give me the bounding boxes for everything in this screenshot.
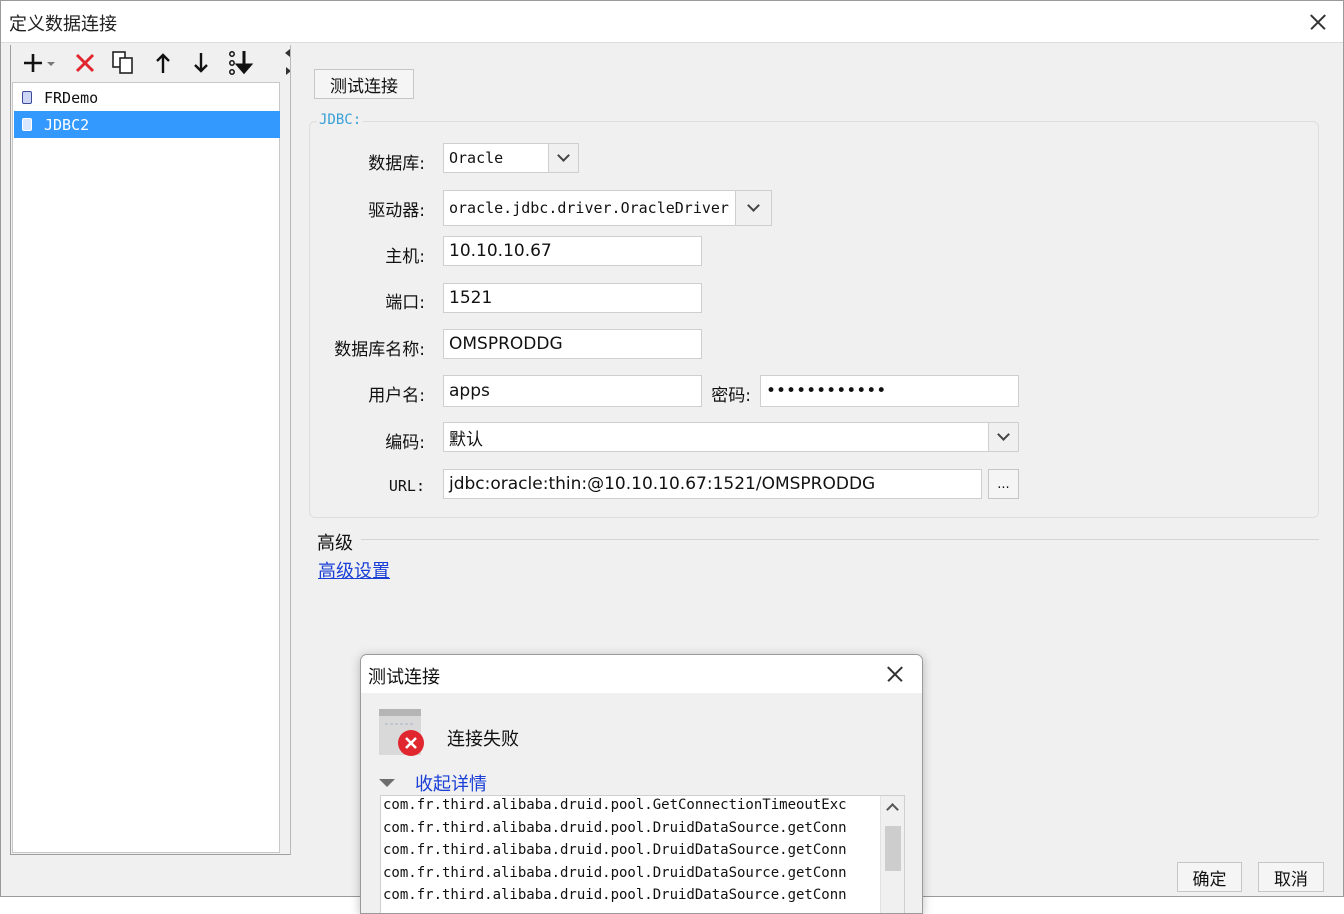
chevron-down-icon[interactable] (548, 144, 578, 172)
chevron-up-icon[interactable] (886, 803, 899, 816)
database-value: Oracle (449, 149, 504, 167)
advanced-title: 高级 (317, 533, 353, 554)
close-icon[interactable] (880, 659, 910, 689)
port-input[interactable]: 1521 (443, 283, 702, 313)
delete-icon[interactable] (71, 48, 99, 78)
username-label: 用户名: (368, 386, 425, 406)
list-item-jdbc2[interactable]: JDBC2 (14, 111, 280, 138)
list-item-label: FRDemo (44, 88, 99, 107)
host-input[interactable]: 10.10.10.67 (443, 236, 702, 266)
detail-line: com.fr.third.alibaba.druid.pool.GetConne… (383, 797, 847, 813)
test-connection-button[interactable]: 测试连接 (314, 69, 414, 99)
password-label: 密码: (711, 386, 751, 406)
collapse-details-toggle[interactable]: 收起详情 (379, 770, 487, 796)
list-item-label: JDBC2 (44, 115, 90, 134)
database-select[interactable]: Oracle (443, 143, 579, 173)
url-input[interactable]: jdbc:oracle:thin:@10.10.10.67:1521/OMSPR… (443, 469, 982, 499)
detail-line: com.fr.third.alibaba.druid.pool.DruidDat… (383, 842, 847, 858)
url-label: URL: (388, 477, 425, 495)
title-bar: 定义数据连接 (1, 1, 1343, 43)
chevron-down-icon[interactable] (988, 423, 1018, 451)
panel-splitter[interactable] (290, 45, 291, 855)
database-icon (22, 118, 32, 131)
jdbc-group (309, 121, 1319, 518)
driver-value: oracle.jdbc.driver.OracleDriver (449, 199, 729, 217)
connection-error-icon (379, 709, 425, 757)
dialog-title: 测试连接 (368, 667, 440, 688)
copy-icon[interactable] (109, 48, 137, 78)
ok-button[interactable]: 确定 (1177, 862, 1242, 892)
chevron-down-icon[interactable] (735, 191, 771, 225)
detail-line: com.fr.third.alibaba.druid.pool.DruidDat… (383, 820, 847, 836)
detail-line: com.fr.third.alibaba.druid.pool.DruidDat… (383, 865, 847, 881)
move-down-icon[interactable] (189, 48, 213, 78)
close-icon[interactable] (1303, 7, 1333, 37)
connection-list: FRDemo JDBC2 (12, 82, 280, 853)
advanced-divider (361, 539, 1319, 540)
host-label: 主机: (385, 247, 425, 267)
url-edit-button[interactable]: ... (988, 469, 1019, 499)
dbname-label: 数据库名称: (334, 340, 425, 360)
port-label: 端口: (385, 293, 425, 313)
add-icon[interactable] (21, 48, 59, 78)
dbname-input[interactable]: OMSPRODDG (443, 329, 702, 359)
database-label: 数据库: (368, 154, 425, 174)
status-text: 连接失败 (447, 729, 519, 750)
sort-icon[interactable] (225, 48, 255, 78)
window-title: 定义数据连接 (9, 14, 117, 35)
panel-collapse-icon[interactable] (283, 47, 293, 77)
move-up-icon[interactable] (151, 48, 175, 78)
test-connection-dialog: 测试连接 连接失败 收起详情 com.fr.third.alibaba.drui… (360, 654, 923, 914)
connection-toolbar (11, 45, 291, 81)
triangle-down-icon (379, 779, 395, 787)
encoding-select[interactable]: 默认 (443, 422, 1019, 452)
jdbc-group-title: JDBC: (317, 112, 364, 128)
details-scrollbar[interactable] (880, 796, 904, 913)
password-input[interactable]: •••••••••••• (760, 375, 1019, 407)
database-icon (22, 91, 32, 104)
collapse-details-label: 收起详情 (415, 774, 487, 795)
encoding-label: 编码: (385, 433, 425, 453)
driver-select[interactable]: oracle.jdbc.driver.OracleDriver (443, 190, 772, 226)
list-item-frdemo[interactable]: FRDemo (14, 84, 280, 111)
driver-label: 驱动器: (368, 201, 425, 221)
scrollbar-thumb[interactable] (885, 826, 901, 871)
advanced-settings-link[interactable]: 高级设置 (318, 557, 390, 583)
connection-list-panel: FRDemo JDBC2 (10, 45, 291, 855)
detail-line: com.fr.third.alibaba.druid.pool.DruidDat… (383, 887, 847, 903)
cancel-button[interactable]: 取消 (1258, 862, 1324, 892)
define-data-connection-window: 定义数据连接 FRDemo JDBC2 测试连接 JDBC: 数据库: Orac… (0, 0, 1344, 914)
dialog-title-bar: 测试连接 (361, 655, 922, 693)
error-details[interactable]: com.fr.third.alibaba.druid.pool.GetConne… (380, 795, 905, 913)
encoding-value: 默认 (449, 429, 483, 450)
